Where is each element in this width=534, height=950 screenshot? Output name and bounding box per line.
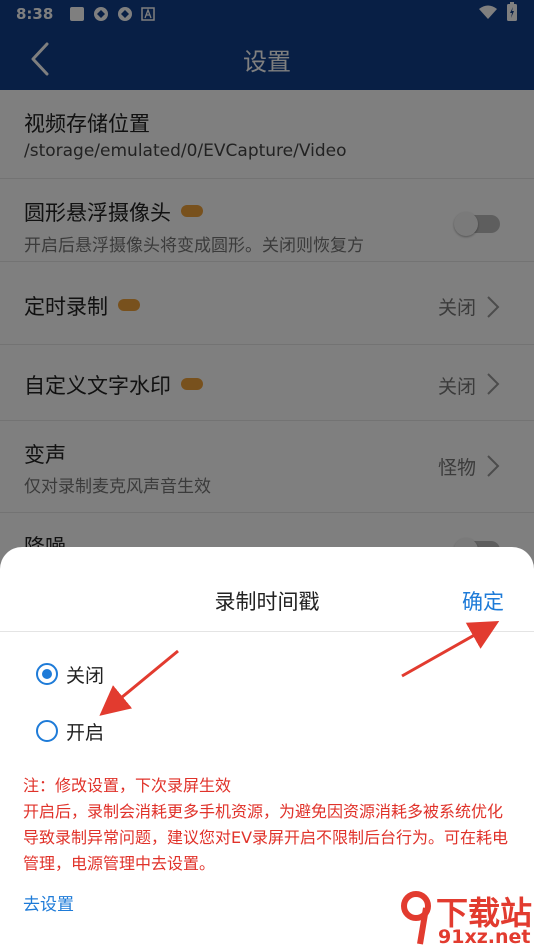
annotation-arrows [99, 621, 500, 716]
annotation-arrow-option [99, 649, 179, 716]
site-watermark: 下载站 91xz.net [398, 884, 534, 950]
annotation-arrow-confirm [401, 621, 500, 678]
watermark-logo-icon [401, 891, 431, 945]
watermark-domain: 91xz.net [438, 926, 531, 948]
